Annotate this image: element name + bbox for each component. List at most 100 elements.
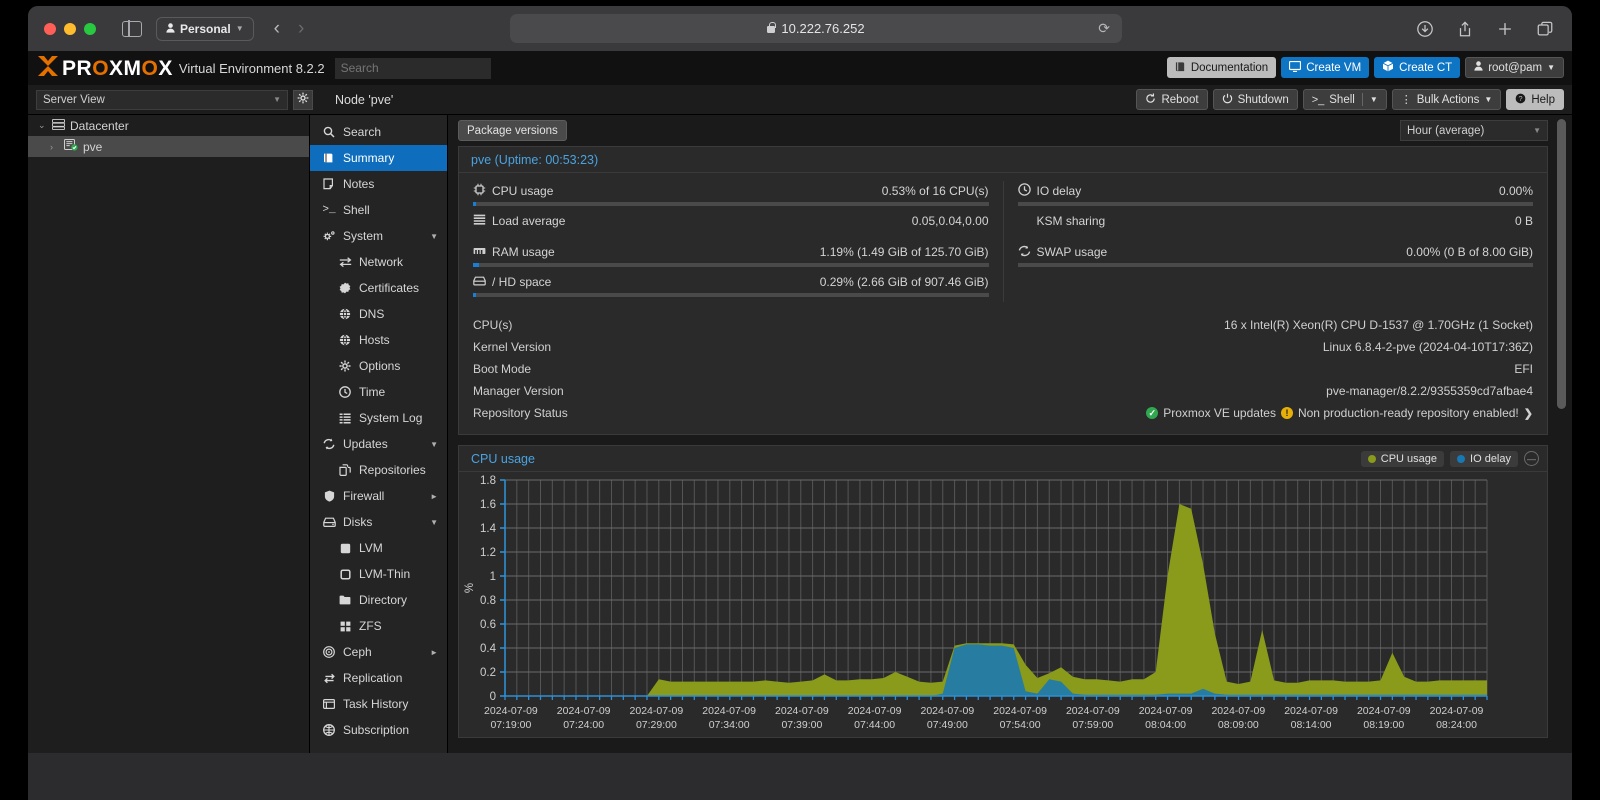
scrollbar-thumb[interactable] bbox=[1557, 119, 1566, 409]
package-versions-button[interactable]: Package versions bbox=[458, 120, 567, 141]
sidebar-item-replication[interactable]: Replication bbox=[310, 665, 447, 691]
x-axis-tick-label-time: 08:14:00 bbox=[1291, 719, 1332, 731]
chevron-down-icon[interactable]: ▼ bbox=[430, 440, 438, 449]
maximize-window-button[interactable] bbox=[84, 22, 96, 35]
x-axis-tick-label-date: 2024-07-09 bbox=[1139, 705, 1193, 717]
cpu-usage-chart[interactable]: 0 0.2 0.4 0.6 0.8 1 1.2 1.4 1.6 1.8% 2024-07-09 07:… bbox=[459, 472, 1505, 736]
back-button[interactable]: ‹ bbox=[274, 19, 280, 38]
info-label: Boot Mode bbox=[473, 362, 532, 376]
share-icon[interactable] bbox=[1456, 20, 1474, 38]
url-bar[interactable]: 10.222.76.252 ⟳ bbox=[510, 14, 1122, 43]
close-window-button[interactable] bbox=[44, 22, 56, 35]
chevron-down-icon[interactable]: ▼ bbox=[1370, 95, 1378, 104]
sidebar-item-system-log[interactable]: System Log bbox=[310, 405, 447, 431]
chevron-down-icon[interactable]: ▼ bbox=[430, 518, 438, 527]
sidebar-item-disks[interactable]: Disks ▼ bbox=[310, 509, 447, 535]
content-scrollbar[interactable] bbox=[1557, 119, 1566, 739]
legend-item-io-delay[interactable]: IO delay bbox=[1450, 450, 1518, 467]
user-menu-button[interactable]: root@pam ▼ bbox=[1465, 57, 1564, 78]
sidebar-item-shell[interactable]: >_ Shell bbox=[310, 197, 447, 223]
hdd-icon bbox=[473, 276, 486, 289]
x-axis-tick-label-date: 2024-07-09 bbox=[993, 705, 1047, 717]
network-icon bbox=[338, 257, 352, 267]
x-axis-tick-label-date: 2024-07-09 bbox=[557, 705, 611, 717]
download-icon[interactable] bbox=[1416, 20, 1434, 38]
sidebar-item-summary[interactable]: Summary bbox=[310, 145, 447, 171]
sidebar-item-zfs[interactable]: ZFS bbox=[310, 613, 447, 639]
sub-toolbar: Server View ▼ Node 'pve' Reboot Shutdown bbox=[28, 85, 1572, 115]
repository-status-row[interactable]: Repository Status ✓ Proxmox VE updates! Non… bbox=[473, 402, 1533, 424]
help-button[interactable]: ? Help bbox=[1506, 89, 1564, 110]
reload-icon[interactable]: ⟳ bbox=[1098, 20, 1110, 37]
forward-button[interactable]: › bbox=[298, 19, 304, 38]
sidebar-item-lvm[interactable]: LVM bbox=[310, 535, 447, 561]
create-vm-button[interactable]: Create VM bbox=[1281, 57, 1370, 78]
sidebar-item-subscription[interactable]: Subscription bbox=[310, 717, 447, 743]
sidebar-item-options[interactable]: Options bbox=[310, 353, 447, 379]
repository-status-value[interactable]: ✓ Proxmox VE updates! Non production-ready… bbox=[1146, 406, 1533, 420]
status-card: pve (Uptime: 00:53:23) CPU usage 0.53% of… bbox=[458, 146, 1548, 435]
person-icon bbox=[1474, 61, 1483, 74]
sidebar-item-directory[interactable]: Directory bbox=[310, 587, 447, 613]
tree-item-pve[interactable]: › pve bbox=[28, 136, 309, 157]
shutdown-button[interactable]: Shutdown bbox=[1212, 89, 1298, 110]
info-value: 16 x Intel(R) Xeon(R) CPU D-1537 @ 1.70G… bbox=[1224, 318, 1533, 332]
search-input[interactable] bbox=[334, 57, 491, 79]
create-ct-button[interactable]: Create CT bbox=[1374, 57, 1461, 78]
legend-item-cpu-usage[interactable]: CPU usage bbox=[1360, 450, 1445, 467]
settings-gear-button[interactable] bbox=[293, 89, 313, 110]
sidebar-item-label: ZFS bbox=[359, 619, 382, 633]
collapse-chart-button[interactable]: — bbox=[1524, 451, 1539, 466]
chevron-right-icon[interactable]: ► bbox=[430, 648, 438, 657]
minimize-window-button[interactable] bbox=[64, 22, 76, 35]
reboot-button[interactable]: Reboot bbox=[1136, 89, 1208, 110]
url-text: 10.222.76.252 bbox=[781, 21, 865, 36]
sidebar-item-task-history[interactable]: Task History bbox=[310, 691, 447, 717]
sidebar-item-notes[interactable]: Notes bbox=[310, 171, 447, 197]
content-toolbar: Package versions Hour (average) ▼ bbox=[448, 115, 1572, 146]
plus-icon[interactable] bbox=[1496, 20, 1514, 38]
documentation-button[interactable]: Documentation bbox=[1166, 57, 1277, 78]
repo-ok-text: Proxmox VE updates bbox=[1163, 406, 1276, 420]
profile-chip[interactable]: Personal ▼ bbox=[156, 16, 254, 41]
legend-label: CPU usage bbox=[1380, 452, 1438, 465]
metric-name: IO delay bbox=[1036, 184, 1082, 198]
sidebar-item-time[interactable]: Time bbox=[310, 379, 447, 405]
tree-item-datacenter[interactable]: ⌄ Datacenter bbox=[28, 115, 309, 136]
sidebar-item-system[interactable]: System ▼ bbox=[310, 223, 447, 249]
sidebar-item-ceph[interactable]: Ceph ► bbox=[310, 639, 447, 665]
metric-progress-bar bbox=[1017, 263, 1533, 267]
chevron-down-icon[interactable]: ⌄ bbox=[38, 120, 47, 131]
bulk-actions-button[interactable]: ⋮ Bulk Actions ▼ bbox=[1391, 89, 1502, 110]
sidebar-item-hosts[interactable]: Hosts bbox=[310, 327, 447, 353]
sidebar-item-network[interactable]: Network bbox=[310, 249, 447, 275]
chart-body[interactable]: 0 0.2 0.4 0.6 0.8 1 1.2 1.4 1.6 1.8% 2024-07-09 07:… bbox=[459, 472, 1547, 737]
proxmox-logo[interactable]: PROXMOX Virtual Environment 8.2.2 bbox=[36, 56, 325, 79]
lvm-thin-icon bbox=[338, 568, 352, 580]
chevron-right-icon[interactable]: ► bbox=[430, 492, 438, 501]
shell-label: Shell bbox=[1329, 93, 1355, 106]
sidebar-item-repositories[interactable]: Repositories bbox=[310, 457, 447, 483]
node-nav-panel: Search Summary Notes >_ Shell System ▼ Network C… bbox=[310, 115, 448, 753]
server-view-select[interactable]: Server View ▼ bbox=[36, 89, 288, 110]
sidebar-item-search[interactable]: Search bbox=[310, 119, 447, 145]
sidebar-item-lvm-thin[interactable]: LVM-Thin bbox=[310, 561, 447, 587]
scroll-area[interactable]: pve (Uptime: 00:53:23) CPU usage 0.53% of… bbox=[448, 146, 1572, 753]
tab-overview-icon[interactable] bbox=[1536, 20, 1554, 38]
chevron-right-icon[interactable]: › bbox=[50, 142, 59, 152]
sidebar-item-updates[interactable]: Updates ▼ bbox=[310, 431, 447, 457]
info-row: Boot Mode EFI bbox=[473, 358, 1533, 380]
product-label: Virtual Environment 8.2.2 bbox=[178, 60, 325, 76]
sidebar-toggle-icon[interactable] bbox=[122, 19, 142, 38]
chevron-right-icon[interactable]: ❯ bbox=[1524, 407, 1533, 420]
sidebar-item-firewall[interactable]: Firewall ► bbox=[310, 483, 447, 509]
metric-value: 0.53% of 16 CPU(s) bbox=[881, 184, 989, 198]
y-axis-tick-label: 0.2 bbox=[480, 667, 496, 679]
timeframe-select[interactable]: Hour (average) ▼ bbox=[1400, 120, 1548, 141]
sidebar-item-dns[interactable]: DNS bbox=[310, 301, 447, 327]
sidebar-item-certificates[interactable]: Certificates bbox=[310, 275, 447, 301]
book-icon bbox=[1175, 61, 1186, 75]
shell-button[interactable]: >_ Shell ▼ bbox=[1302, 89, 1387, 110]
x-axis-tick-label-time: 07:34:00 bbox=[709, 719, 750, 731]
chevron-down-icon[interactable]: ▼ bbox=[430, 232, 438, 241]
